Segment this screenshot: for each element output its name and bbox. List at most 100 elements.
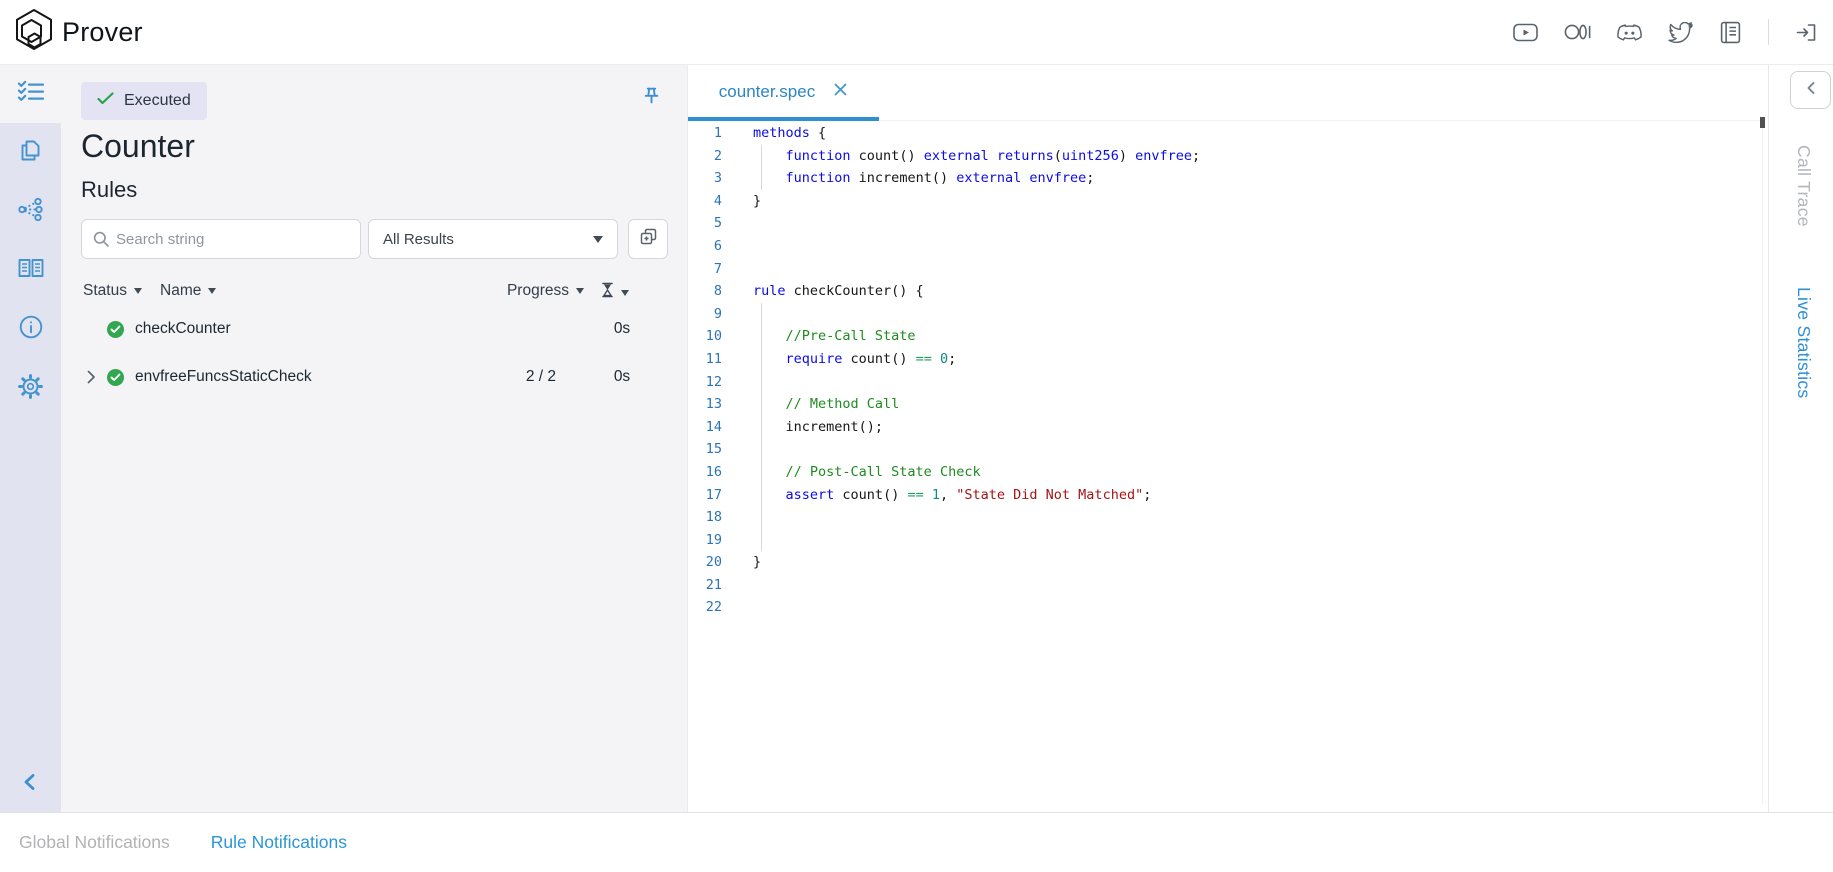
share-graph-icon xyxy=(17,197,44,227)
code-text: // Method Call xyxy=(753,393,899,416)
code-line: 9 xyxy=(688,303,1759,326)
top-actions xyxy=(1513,19,1833,45)
column-label: Status xyxy=(83,282,127,300)
indent-guide xyxy=(761,348,762,371)
line-number: 9 xyxy=(688,303,722,326)
tab-label: counter.spec xyxy=(719,82,815,102)
line-number: 6 xyxy=(688,235,722,258)
checklist-icon xyxy=(17,79,45,109)
rail-item-info[interactable] xyxy=(0,300,61,359)
code-line: 14 increment(); xyxy=(688,416,1759,439)
rules-toolbar: All Results xyxy=(81,219,667,259)
rail-item-contracts-book[interactable] xyxy=(0,241,61,300)
top-bar: Prover xyxy=(0,0,1833,65)
tab-counter-spec[interactable]: counter.spec xyxy=(688,64,879,120)
rule-name: checkCounter xyxy=(135,320,477,338)
line-number: 11 xyxy=(688,348,722,371)
hourglass-icon xyxy=(601,282,614,303)
indent-guide xyxy=(761,371,762,394)
line-number: 7 xyxy=(688,258,722,281)
tab-call-trace[interactable]: Call Trace xyxy=(1793,145,1814,227)
table-row[interactable]: checkCounter 0s xyxy=(81,314,667,344)
code-text: // Post-Call State Check xyxy=(753,461,981,484)
page-title: Counter xyxy=(81,128,195,165)
search-input[interactable] xyxy=(81,219,361,259)
indent-guide xyxy=(761,484,762,507)
discord-icon[interactable] xyxy=(1617,23,1642,42)
code-line: 8rule checkCounter() { xyxy=(688,280,1759,303)
column-header-status[interactable]: Status xyxy=(83,282,142,300)
expand-panel-button[interactable] xyxy=(1790,71,1831,109)
indent-guide xyxy=(761,393,762,416)
code-text: increment(); xyxy=(753,416,883,439)
column-label: Name xyxy=(160,282,201,300)
rail-item-settings[interactable] xyxy=(0,359,61,418)
rule-duration: 0s xyxy=(587,320,657,338)
expand-chevron-icon[interactable] xyxy=(81,370,101,384)
code-text: assert count() == 1, "State Did Not Matc… xyxy=(753,484,1151,507)
code-text: function count() external returns(uint25… xyxy=(753,145,1200,168)
column-header-name[interactable]: Name xyxy=(160,282,216,300)
column-header-duration[interactable] xyxy=(601,282,629,303)
column-header-progress[interactable]: Progress xyxy=(507,282,584,300)
tab-global-notifications[interactable]: Global Notifications xyxy=(19,832,170,853)
logout-icon[interactable] xyxy=(1795,22,1817,43)
code-text: } xyxy=(753,551,761,574)
editor-scrollbar-thumb[interactable] xyxy=(1760,117,1765,128)
rail-item-rules-list[interactable] xyxy=(0,64,61,123)
sort-caret-icon xyxy=(576,288,584,294)
code-text: //Pre-Call State xyxy=(753,325,916,348)
code-line: 12 xyxy=(688,371,1759,394)
code-line: 13 // Method Call xyxy=(688,393,1759,416)
hexagon-logo-icon xyxy=(14,8,54,57)
rules-rows: checkCounter0senvfreeFuncsStaticCheck2 /… xyxy=(81,314,667,410)
status-badge: Executed xyxy=(81,82,207,120)
line-number: 21 xyxy=(688,574,722,597)
prover-app: Prover xyxy=(0,0,1833,872)
sort-caret-icon xyxy=(134,288,142,294)
rules-section-title: Rules xyxy=(81,177,137,203)
code-line: 15 xyxy=(688,438,1759,461)
prover-logo[interactable]: Prover xyxy=(0,8,143,57)
code-text: require count() == 0; xyxy=(753,348,956,371)
docs-book-icon[interactable] xyxy=(1719,21,1742,44)
code-line: 2 function count() external returns(uint… xyxy=(688,145,1759,168)
tab-live-statistics[interactable]: Live Statistics xyxy=(1793,287,1814,398)
line-number: 4 xyxy=(688,190,722,213)
medium-icon[interactable] xyxy=(1564,22,1591,42)
gear-icon xyxy=(17,373,44,405)
duplicate-icon xyxy=(638,226,659,252)
results-filter-select[interactable]: All Results xyxy=(368,219,618,259)
code-line: 11 require count() == 0; xyxy=(688,348,1759,371)
sort-caret-icon xyxy=(621,290,629,296)
chevron-left-icon xyxy=(1805,81,1817,100)
rule-duration: 0s xyxy=(587,368,657,386)
line-number: 22 xyxy=(688,596,722,619)
spec-editor: counter.spec 1methods {2 function count(… xyxy=(688,64,1765,812)
code-line: 5 xyxy=(688,212,1759,235)
twitter-icon[interactable] xyxy=(1668,22,1693,43)
code-line: 20} xyxy=(688,551,1759,574)
rail-collapse-button[interactable] xyxy=(0,773,61,796)
line-number: 2 xyxy=(688,145,722,168)
results-filter-value: All Results xyxy=(383,231,454,248)
tab-rule-notifications[interactable]: Rule Notifications xyxy=(211,832,347,853)
pin-icon xyxy=(642,86,661,110)
rail-item-files[interactable] xyxy=(0,123,61,182)
line-number: 3 xyxy=(688,167,722,190)
pin-button[interactable] xyxy=(637,84,665,112)
rail-item-call-graph[interactable] xyxy=(0,182,61,241)
line-number: 15 xyxy=(688,438,722,461)
editor-scrollbar-track xyxy=(1762,120,1763,804)
code-text: methods { xyxy=(753,122,826,145)
table-row[interactable]: envfreeFuncsStaticCheck2 / 20s xyxy=(81,362,667,392)
line-number: 16 xyxy=(688,461,722,484)
editor-tab-bar: counter.spec xyxy=(688,64,1765,121)
expand-all-button[interactable] xyxy=(628,219,668,259)
close-icon[interactable] xyxy=(833,82,848,102)
code-lines[interactable]: 1methods {2 function count() external re… xyxy=(688,122,1759,812)
youtube-icon[interactable] xyxy=(1513,23,1538,42)
indent-guide xyxy=(761,506,762,529)
search-icon xyxy=(92,230,110,248)
brand-name: Prover xyxy=(62,17,143,48)
